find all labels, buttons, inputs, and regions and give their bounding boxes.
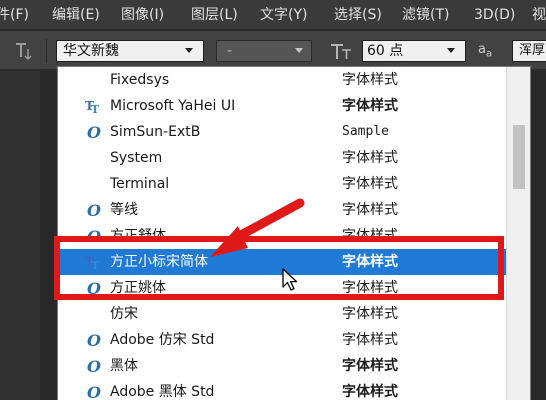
- mouse-cursor-icon: [282, 268, 298, 291]
- annotation-arrow: [210, 198, 305, 257]
